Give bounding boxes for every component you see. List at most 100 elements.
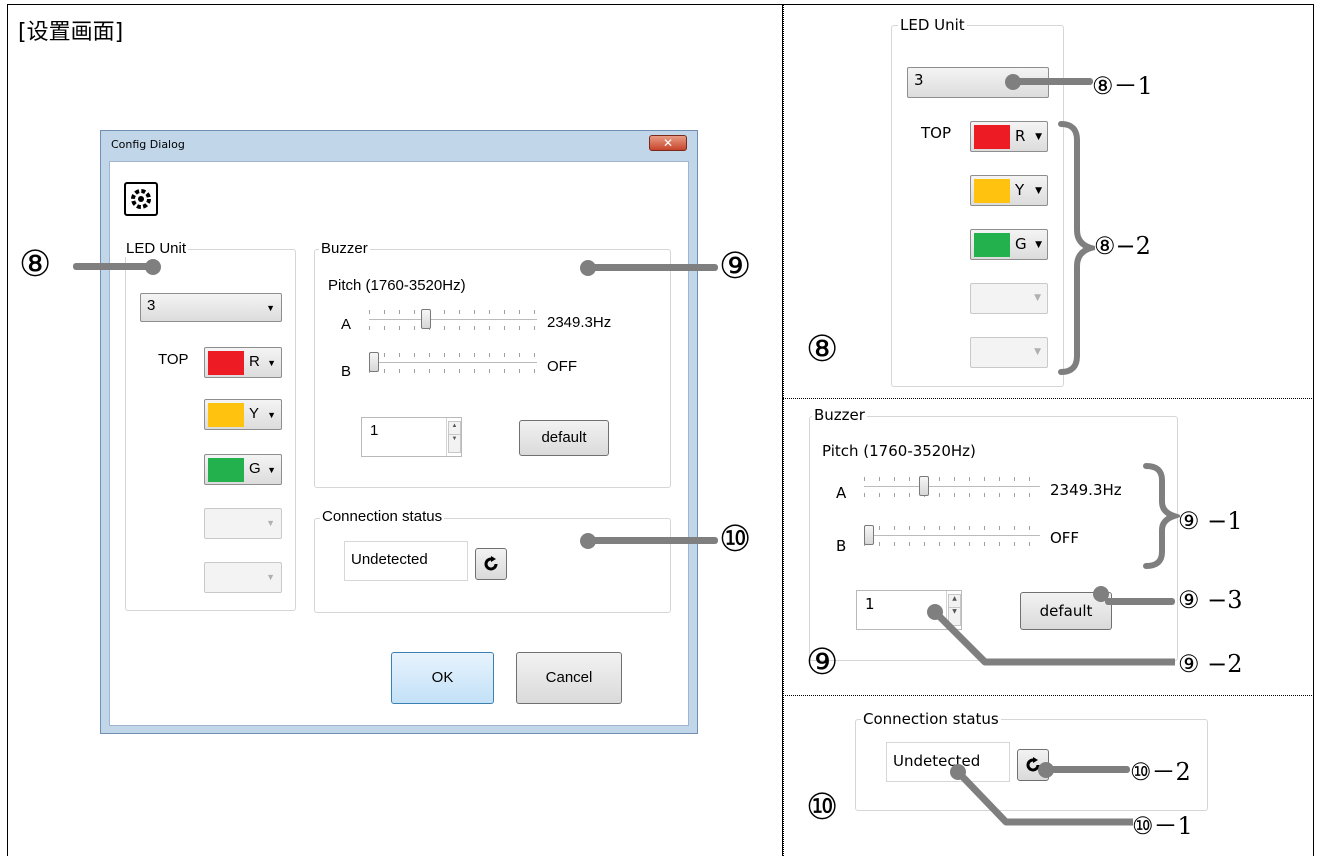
brace-8-2 [1058, 121, 1095, 375]
zoom-led-legend: LED Unit [898, 16, 967, 34]
callout-line [590, 264, 718, 271]
zoom-led-slot-1-swatch [974, 125, 1010, 149]
marker-9: ⑨ [719, 246, 752, 287]
connection-status-value: Undetected [351, 551, 428, 568]
led-slot-4[interactable]: ▼ [204, 508, 282, 539]
chevron-down-icon: ▼ [266, 572, 275, 582]
right-frame-edge [1313, 4, 1314, 856]
led-slot-2-letter: Y [249, 405, 260, 422]
vertical-divider [783, 4, 784, 856]
ok-button[interactable]: OK [391, 652, 494, 704]
spinner-value: 1 [370, 422, 379, 439]
chevron-down-icon: ▼ [1035, 132, 1042, 142]
connection-group: Connection status Undetected [314, 508, 671, 613]
close-icon[interactable]: ✕ [649, 135, 687, 151]
marker-8-1: ⑧－1 [1092, 72, 1153, 100]
dialog-title: Config Dialog [111, 138, 185, 151]
slider-b-value: OFF [547, 358, 577, 375]
callout-dot [1005, 74, 1021, 90]
buzzer-group: Buzzer Pitch (1760-3520Hz) A 2349.3Hz B … [314, 240, 671, 488]
callout-10-1-line [950, 764, 1133, 826]
marker-9-3: ⑨ −3 [1178, 586, 1243, 614]
config-dialog: Config Dialog ✕ LED Unit 3 ▼ TOP R ▼ Y ▼ [100, 130, 698, 734]
zoom-spinner-value: 1 [865, 595, 875, 613]
callout-dot [580, 260, 596, 276]
chevron-down-icon: ▼ [266, 518, 275, 528]
zoom-led-count-value: 3 [914, 71, 924, 89]
marker-10-1: ⑩－1 [1132, 812, 1193, 840]
zoom-slider-b-label: B [836, 537, 847, 555]
zoom-led-slot-2-swatch [974, 179, 1010, 203]
zoom-slider-b-thumb[interactable] [864, 525, 874, 545]
zoom-led-slot-4[interactable]: ▼ [970, 283, 1048, 314]
zoom-pitch-label: Pitch (1760-3520Hz) [822, 442, 976, 460]
zoom-led-slot-1[interactable]: R ▼ [970, 121, 1048, 152]
dialog-client: LED Unit 3 ▼ TOP R ▼ Y ▼ G ▼ ▼ ▼ Buzzer … [109, 161, 689, 726]
chevron-down-icon: ▼ [267, 410, 276, 420]
zoom-led-slot-1-letter: R [1015, 127, 1026, 145]
chevron-down-icon: ▼ [266, 303, 275, 313]
chevron-down-icon: ▼ [1034, 347, 1041, 357]
led-unit-legend: LED Unit [124, 240, 189, 257]
zoom-led-slot-5[interactable]: ▼ [970, 337, 1048, 368]
led-slot-1-swatch [208, 351, 244, 375]
marker-8: ⑧ [19, 244, 52, 285]
marker-9-1: ⑨ −1 [1178, 507, 1243, 535]
buzzer-legend: Buzzer [319, 240, 370, 257]
dialog-titlebar[interactable]: Config Dialog ✕ [101, 131, 697, 159]
led-count-value: 3 [147, 297, 156, 314]
callout-line [73, 263, 153, 270]
spinner-down-icon[interactable]: ▼ [448, 433, 461, 453]
zoom-marker-8: ⑧ [806, 329, 839, 370]
callout-dot [580, 533, 596, 549]
slider-a-label: A [341, 316, 352, 333]
right-frame-top [783, 4, 1314, 5]
callout-line [1013, 78, 1093, 85]
zoom-connection-legend: Connection status [861, 710, 1001, 728]
top-label: TOP [158, 351, 189, 368]
zoom-slider-a-thumb[interactable] [918, 476, 929, 496]
chevron-down-icon: ▼ [1035, 186, 1042, 196]
led-slot-5[interactable]: ▼ [204, 562, 282, 593]
divider-2 [783, 695, 1314, 696]
connection-legend: Connection status [320, 508, 445, 525]
chevron-down-icon: ▼ [267, 358, 276, 368]
led-unit-group: LED Unit 3 ▼ TOP R ▼ Y ▼ G ▼ ▼ ▼ [124, 240, 296, 611]
callout-line [590, 537, 718, 544]
page-heading: [设置画面] [18, 20, 124, 45]
buzzer-count-spinner[interactable]: 1 ▲ ▼ [361, 417, 462, 457]
cancel-button[interactable]: Cancel [516, 652, 622, 704]
slider-a-value: 2349.3Hz [547, 314, 612, 331]
default-button[interactable]: default [519, 420, 609, 456]
led-slot-3-swatch [208, 458, 244, 482]
led-slot-1-letter: R [249, 353, 260, 370]
zoom-slider-a[interactable] [864, 474, 1040, 500]
zoom-led-slot-3-letter: G [1015, 235, 1027, 253]
zoom-slider-b[interactable] [864, 523, 1040, 549]
pitch-label: Pitch (1760-3520Hz) [328, 277, 466, 294]
zoom-led-slot-2[interactable]: Y ▼ [970, 175, 1048, 206]
slider-b[interactable] [369, 350, 537, 376]
led-slot-3-letter: G [249, 460, 261, 477]
led-slot-3[interactable]: G ▼ [204, 454, 282, 485]
slider-a-thumb[interactable] [421, 309, 432, 329]
slider-a[interactable] [369, 307, 537, 333]
refresh-icon[interactable] [475, 548, 507, 580]
led-slot-1[interactable]: R ▼ [204, 347, 282, 378]
connection-status-field: Undetected [344, 541, 468, 581]
slider-b-label: B [341, 363, 352, 380]
callout-9-2-line [927, 604, 1175, 666]
marker-10-2: ⑩－2 [1130, 758, 1191, 786]
marker-8-2: ⑧−2 [1094, 232, 1151, 260]
zoom-slider-b-value: OFF [1050, 529, 1080, 547]
marker-10: ⑩ [719, 519, 752, 560]
slider-b-thumb[interactable] [369, 352, 379, 372]
led-slot-2[interactable]: Y ▼ [204, 399, 282, 430]
divider-1 [783, 398, 1314, 399]
zoom-led-slot-3[interactable]: G ▼ [970, 229, 1048, 260]
zoom-led-slot-3-swatch [974, 233, 1010, 257]
zoom-led-slot-2-letter: Y [1015, 181, 1025, 199]
led-count-select[interactable]: 3 ▼ [140, 293, 282, 322]
zoom-top-label: TOP [921, 124, 952, 142]
zoom-marker-10: ⑩ [806, 787, 839, 828]
